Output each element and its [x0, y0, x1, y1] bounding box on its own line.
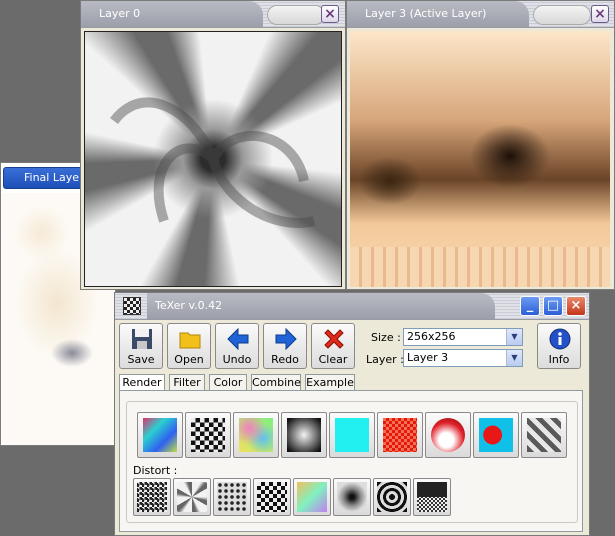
solid-color-icon	[335, 418, 369, 452]
render-checker-button[interactable]	[185, 412, 231, 458]
texer-window: TeXer v.0.42 _ □ × Save Open Undo Redo C…	[114, 292, 590, 536]
open-button[interactable]: Open	[167, 323, 211, 369]
layer3-window: Layer 3 (Active Layer) ×	[346, 0, 615, 290]
noise-pattern-icon	[137, 482, 167, 512]
tab-strip: Render Filter Color Combine Example	[119, 374, 583, 390]
final-layer-title: Final Layer	[24, 171, 84, 184]
layer0-canvas[interactable]	[84, 31, 342, 287]
render-plasma-button[interactable]	[137, 412, 183, 458]
undo-button[interactable]: Undo	[215, 323, 259, 369]
info-icon	[549, 328, 571, 350]
render-noise-button[interactable]	[233, 412, 279, 458]
layer0-titlebar[interactable]: Layer 0 ×	[81, 1, 345, 28]
render-group-box: Distort :	[126, 401, 578, 523]
tab-example[interactable]: Example	[305, 374, 355, 390]
distort-color-button[interactable]	[293, 478, 331, 516]
distort-grid-button[interactable]	[213, 478, 251, 516]
close-icon[interactable]: ×	[591, 5, 609, 23]
wave-checker-icon	[257, 482, 287, 512]
tab-filter[interactable]: Filter	[169, 374, 205, 390]
chevron-down-icon[interactable]: ▼	[506, 350, 522, 366]
layer3-titlebar[interactable]: Layer 3 (Active Layer) ×	[347, 1, 614, 28]
distort-swirl-button[interactable]	[173, 478, 211, 516]
layer-select[interactable]: Layer 3 ▼	[403, 349, 523, 367]
red-grid-icon	[383, 418, 417, 452]
info-button[interactable]: Info	[537, 323, 581, 369]
size-value: 256x256	[407, 330, 456, 343]
distort-rings-button[interactable]	[373, 478, 411, 516]
layer-value: Layer 3	[407, 351, 449, 364]
render-bricks-button[interactable]	[521, 412, 567, 458]
toolbar: Save Open Undo Redo Clear Size : 256x256…	[119, 323, 583, 371]
layer3-title: Layer 3 (Active Layer)	[347, 1, 529, 27]
distort-pinch-button[interactable]	[333, 478, 371, 516]
save-button[interactable]: Save	[119, 323, 163, 369]
bricks-icon	[527, 418, 561, 452]
maximize-button[interactable]: □	[543, 296, 563, 316]
render-radial-button[interactable]	[281, 412, 327, 458]
layer0-titlebar-pill	[267, 5, 325, 25]
red-x-icon	[324, 329, 344, 349]
render-fractal-button[interactable]	[473, 412, 519, 458]
clear-button[interactable]: Clear	[311, 323, 355, 369]
layer3-titlebar-pill	[533, 5, 591, 25]
pinch-icon	[337, 482, 367, 512]
size-label: Size :	[371, 331, 401, 344]
radial-gradient-icon	[287, 418, 321, 452]
size-select[interactable]: 256x256 ▼	[403, 328, 523, 346]
layer3-canvas[interactable]	[350, 31, 610, 287]
tab-color[interactable]: Color	[209, 374, 247, 390]
info-label: Info	[548, 353, 570, 366]
tab-render[interactable]: Render	[119, 374, 165, 390]
distort-wave-button[interactable]	[253, 478, 291, 516]
close-button[interactable]: ×	[566, 296, 586, 316]
tab-combine[interactable]: Combine	[251, 374, 301, 390]
texer-title: TeXer v.0.42	[147, 293, 495, 319]
texer-titlebar[interactable]: TeXer v.0.42 _ □ ×	[115, 293, 589, 320]
swirl-overlay	[84, 31, 342, 287]
redo-label: Redo	[271, 353, 299, 366]
undo-label: Undo	[222, 353, 252, 366]
distort-dither-button[interactable]	[413, 478, 451, 516]
plasma-icon	[143, 418, 177, 452]
texer-app-icon	[123, 297, 141, 315]
render-red-grid-button[interactable]	[377, 412, 423, 458]
swirl-icon	[177, 482, 207, 512]
redo-button[interactable]: Redo	[263, 323, 307, 369]
distort-random-button[interactable]	[133, 478, 171, 516]
layer0-title: Layer 0	[81, 1, 263, 27]
color-blend-icon	[297, 482, 327, 512]
dither-icon	[417, 482, 447, 512]
distort-label: Distort :	[133, 464, 178, 477]
chevron-down-icon[interactable]: ▼	[506, 329, 522, 345]
close-icon[interactable]: ×	[321, 5, 339, 23]
render-sphere-button[interactable]	[425, 412, 471, 458]
checker-icon	[191, 418, 225, 452]
color-noise-icon	[239, 418, 273, 452]
render-panel: Distort :	[119, 390, 583, 532]
dot-grid-icon	[217, 482, 247, 512]
clear-label: Clear	[318, 353, 348, 366]
floppy-disk-icon	[132, 329, 152, 349]
render-solid-button[interactable]	[329, 412, 375, 458]
open-label: Open	[174, 353, 204, 366]
minimize-button[interactable]: _	[520, 296, 540, 316]
left-arrow-icon	[227, 327, 249, 351]
save-label: Save	[127, 353, 155, 366]
fractal-icon	[479, 418, 513, 452]
layer-label: Layer :	[366, 353, 404, 366]
layer0-window: Layer 0 ×	[80, 0, 346, 290]
sphere-icon	[431, 418, 465, 452]
right-arrow-icon	[275, 327, 297, 351]
rings-icon	[377, 482, 407, 512]
folder-icon	[179, 332, 201, 349]
